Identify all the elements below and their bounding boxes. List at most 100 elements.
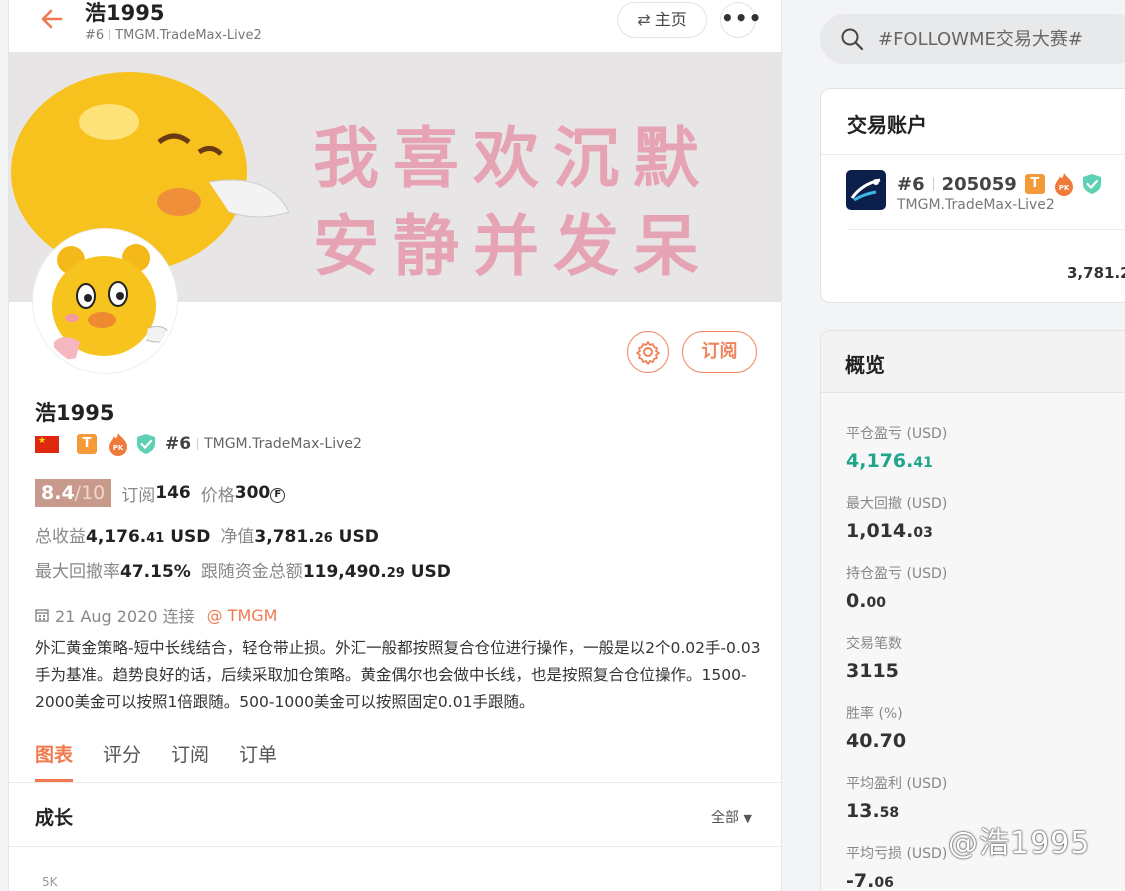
price-label: 价格 <box>200 485 235 506</box>
account-verified-icon <box>1082 174 1101 194</box>
tab-chart[interactable]: 图表 <box>35 740 74 782</box>
header-subline: #6 TMGM.TradeMax-Live2 <box>85 28 262 43</box>
follow-funds-unit: USD <box>410 562 451 582</box>
account-main-line[interactable]: #6 205059 T PK <box>897 172 1111 196</box>
ov-avg-loss-dec: 06 <box>874 875 894 891</box>
main-panel: 浩1995 #6 TMGM.TradeMax-Live2 ⇄ 主页 ••• 我喜欢沉… <box>8 0 782 891</box>
equity-unit: USD <box>338 527 379 547</box>
equity-int: 3,781. <box>254 527 315 547</box>
top-bar: 浩1995 #6 TMGM.TradeMax-Live2 ⇄ 主页 ••• <box>9 0 781 52</box>
account-card-divider <box>821 154 1125 155</box>
score-max: /10 <box>74 482 106 504</box>
search-bar[interactable] <box>820 14 1125 64</box>
ov-closed-pnl-value: 4,176.41 <box>846 450 933 472</box>
ov-open-pnl-int: 0. <box>846 590 867 612</box>
overview-header: 概览 <box>821 331 1125 393</box>
ov-avg-profit-value: 13.58 <box>846 800 899 822</box>
account-rank: #6 <box>897 173 925 195</box>
account-t-badge-icon: T <box>1024 174 1045 194</box>
profit-row: 总收益 4,176.41 USD 净值 3,781.26 USD <box>35 522 389 548</box>
avatar[interactable] <box>33 229 177 373</box>
price-value: 300 F <box>235 483 286 503</box>
ov-open-pnl-value: 0.00 <box>846 590 886 612</box>
ov-winrate-label: 胜率 (%) <box>846 706 903 722</box>
broker-link[interactable]: @ TMGM <box>207 606 278 625</box>
account-server: TMGM.TradeMax-Live2 <box>897 197 1055 213</box>
account-equity-value: 3,781.26 <box>1067 264 1125 282</box>
back-arrow-icon[interactable] <box>39 6 65 32</box>
follow-funds-label: 跟随资金总额 <box>200 562 303 582</box>
trading-account-card: 交易账户 #6 205059 T PK TMGM.TradeMax-Live2 … <box>820 88 1125 303</box>
subscribe-button[interactable]: 订阅 <box>682 331 757 373</box>
calendar-icon <box>35 609 49 622</box>
header-rank: #6 <box>85 28 105 43</box>
overview-title: 概览 <box>845 353 885 377</box>
ov-max-dd-label: 最大回撤 (USD) <box>846 496 948 512</box>
ov-trades-int: 3115 <box>846 660 899 682</box>
since-row: 21 Aug 2020 连接 @ TMGM <box>35 603 277 627</box>
homepage-label: 主页 <box>654 10 687 29</box>
chart-y-tick: 5K <box>42 875 58 889</box>
range-dropdown[interactable]: 全部 ▼ <box>711 807 752 827</box>
drawdown-row: 最大回撤率 47.15% 跟随资金总额 119,490.29 USD <box>35 557 461 583</box>
account-card-title: 交易账户 <box>847 113 927 137</box>
profile-server: TMGM.TradeMax-Live2 <box>204 436 362 452</box>
total-profit-int: 4,176. <box>86 527 147 547</box>
account-number: 205059 <box>941 173 1017 195</box>
score-value: 8.4 <box>41 482 75 504</box>
subscribe-count-value: 146 <box>155 483 191 503</box>
follow-funds-dec: 29 <box>386 566 405 581</box>
header-server: TMGM.TradeMax-Live2 <box>115 28 262 43</box>
score-badge: 8.4/10 <box>35 479 112 507</box>
verified-shield-icon <box>137 434 155 454</box>
ov-winrate-int: 40.70 <box>846 730 907 752</box>
ov-avg-loss-label: 平均亏损 (USD) <box>846 846 948 862</box>
total-profit-label: 总收益 <box>35 527 86 547</box>
subscribe-count-label: 订阅 <box>121 485 156 506</box>
ov-avg-loss-int: -7. <box>846 870 875 891</box>
gear-icon <box>636 341 660 365</box>
max-dd-label: 最大回撤率 <box>35 562 120 582</box>
total-profit-value: 4,176.41 USD <box>86 527 210 547</box>
growth-divider <box>9 846 781 847</box>
tab-bar: 图表 评分 订阅 订单 <box>35 740 307 782</box>
tab-rating[interactable]: 评分 <box>103 740 141 782</box>
tab-orders[interactable]: 订单 <box>239 740 277 782</box>
ov-max-dd-int: 1,014. <box>846 520 914 542</box>
profile-badges: ★ T PK #6 TMGM.TradeMax-Live2 <box>35 432 362 456</box>
coin-icon: F <box>270 488 286 503</box>
search-icon <box>841 28 864 51</box>
more-button[interactable]: ••• <box>720 2 761 38</box>
equity-label: 净值 <box>220 527 255 547</box>
swap-icon: ⇄ <box>637 10 651 29</box>
ov-closed-pnl-int: 4,176. <box>846 450 914 472</box>
page-title: 浩1995 <box>85 1 165 25</box>
strategy-description: 外汇黄金策略-短中长线结合，轻仓带止损。外汇一般都按照复合仓位进行操作，一般是以… <box>35 639 761 711</box>
ov-open-pnl-dec: 00 <box>866 595 886 611</box>
account-logo-icon[interactable] <box>846 170 886 210</box>
ov-max-dd-value: 1,014.03 <box>846 520 933 542</box>
pk-badge-text: PK <box>113 444 124 452</box>
tab-subscriptions[interactable]: 订阅 <box>171 740 209 782</box>
account-inner-divider <box>847 229 1125 230</box>
ov-max-dd-dec: 03 <box>913 525 933 541</box>
ov-closed-pnl-label: 平仓盈亏 (USD) <box>846 426 948 442</box>
homepage-button[interactable]: ⇄ 主页 <box>617 2 707 38</box>
t-badge-icon: T <box>77 434 97 454</box>
account-pk-badge-text: PK <box>1058 184 1069 192</box>
total-profit-unit: USD <box>170 527 211 547</box>
more-icon: ••• <box>721 6 763 30</box>
search-input[interactable] <box>878 14 1125 64</box>
banner-text: 我喜欢沉默 安静并发呆 <box>313 114 713 290</box>
equity-dec: 26 <box>314 531 333 546</box>
max-dd-value: 47.15% <box>120 562 191 582</box>
range-dropdown-label: 全部 <box>711 810 739 826</box>
settings-button[interactable] <box>627 331 669 373</box>
ov-avg-profit-int: 13. <box>846 800 880 822</box>
follow-funds-value: 119,490.29 USD <box>303 562 451 582</box>
growth-title: 成长 <box>35 807 74 829</box>
tabs-divider <box>9 782 781 783</box>
profile-rank: #6 <box>165 434 192 454</box>
ov-winrate-value: 40.70 <box>846 730 906 752</box>
caret-down-icon: ▼ <box>743 812 752 825</box>
